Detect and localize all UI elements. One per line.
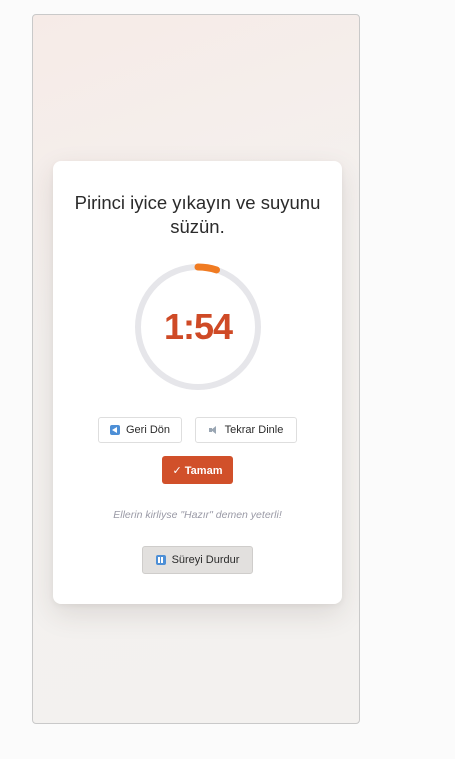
ok-button[interactable]: ✓ Tamam [162,456,233,484]
replay-button-label: Tekrar Dinle [224,424,284,436]
ok-button-label: ✓ Tamam [172,464,223,477]
back-arrow-icon [109,425,120,435]
hint-text: Ellerin kirliyse "Hazır" demen yeterli! [113,509,282,521]
app-frame: Pirinci iyice yıkayın ve suyunu süzün. 1… [32,14,360,724]
replay-button[interactable]: Tekrar Dinle [195,417,297,443]
pause-icon [155,555,166,565]
countdown-timer: 1:54 [133,262,263,392]
back-button-label: Geri Dön [125,424,171,436]
back-button[interactable]: Geri Dön [98,417,182,443]
step-card: Pirinci iyice yıkayın ve suyunu süzün. 1… [53,161,342,604]
speaker-icon [208,425,219,435]
time-remaining: 1:54 [163,306,233,347]
step-instruction: Pirinci iyice yıkayın ve suyunu süzün. [74,192,321,237]
pause-button-label: Süreyi Durdur [171,554,240,566]
pause-timer-button[interactable]: Süreyi Durdur [142,546,253,574]
